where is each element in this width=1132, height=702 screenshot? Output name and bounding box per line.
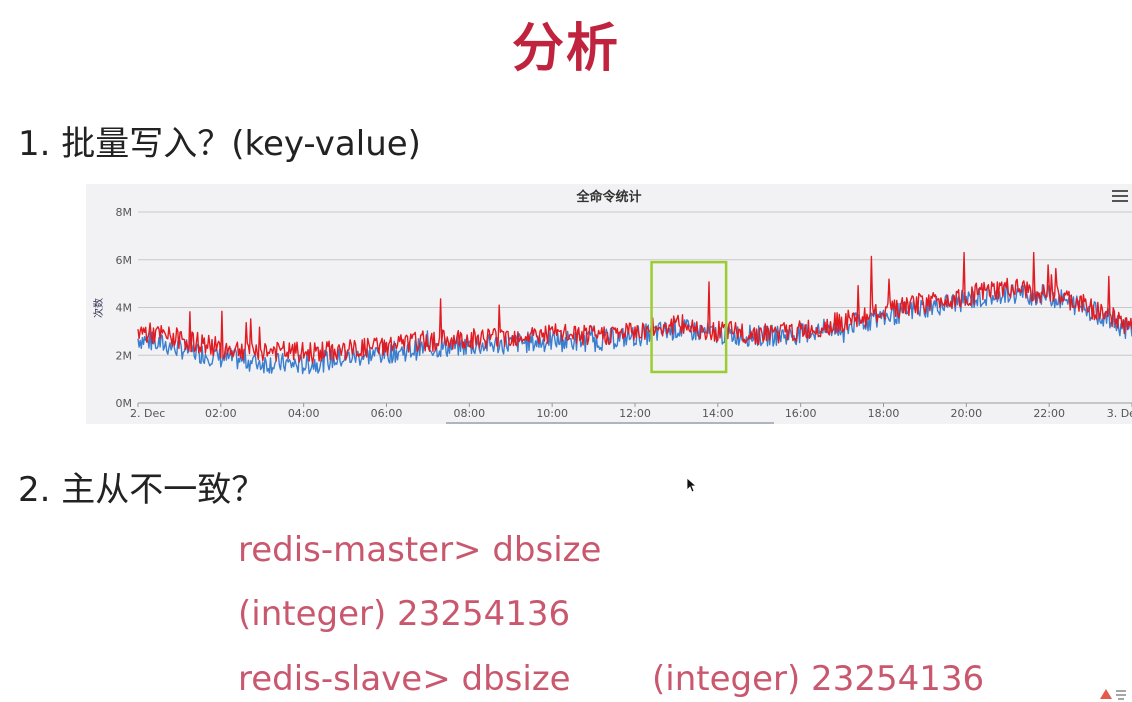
chart-y-tick-label: 2M — [116, 349, 133, 362]
chart-x-tick-label: 04:00 — [288, 407, 320, 420]
chart-x-tick-label: 22:00 — [1033, 407, 1065, 420]
slide-title: 分析 — [511, 19, 620, 79]
slave-dbsize-result: (integer) 23254136 — [652, 659, 985, 699]
mouse-cursor-icon — [686, 477, 698, 493]
chart-x-tick-label: 10:00 — [536, 407, 568, 420]
chart-x-tick-label: 14:00 — [702, 407, 734, 420]
chart-menu-icon[interactable] — [1112, 190, 1128, 204]
chart-x-tick-label: 18:00 — [868, 407, 900, 420]
master-dbsize-result: (integer) 23254136 — [238, 594, 571, 634]
chart-x-tick-label: 06:00 — [371, 407, 403, 420]
point-master-slave: 2. 主从不一致？ — [18, 470, 266, 510]
chart-navigator-handle[interactable] — [446, 422, 774, 424]
chart-title: 全命令统计 — [575, 189, 641, 205]
chart-x-tick-label: 20:00 — [950, 407, 982, 420]
command-stats-chart: 全命令统计 次数 0M 2M 4M 6M 8M 2. Dec 02:00 04:00 06:0… — [86, 184, 1132, 424]
point-batch-write: 1. 批量写入？(key-value) — [18, 124, 421, 164]
watermark-logo-icon — [1100, 689, 1126, 700]
chart-x-tick-label: 02:00 — [205, 407, 237, 420]
chart-x-tick-label: 3. Dec — [1107, 407, 1132, 420]
chart-canvas: 全命令统计 次数 0M2M4M6M8M 2. Dec 02:00 04:00 06:0… — [92, 189, 1132, 424]
master-dbsize-command: redis-master> dbsize — [238, 530, 602, 570]
chart-x-tick-label: 12:00 — [619, 407, 651, 420]
chart-x-tick-label: 2. Dec — [130, 407, 165, 420]
chart-y-tick-label: 4M — [116, 302, 133, 315]
chart-y-axis-label: 次数 — [92, 298, 105, 318]
chart-y-tick-label: 6M — [116, 254, 133, 267]
chart-y-tick-label: 8M — [116, 206, 133, 219]
slave-dbsize-command: redis-slave> dbsize — [238, 659, 571, 699]
chart-x-tick-label: 08:00 — [453, 407, 485, 420]
chart-x-tick-label: 16:00 — [785, 407, 817, 420]
